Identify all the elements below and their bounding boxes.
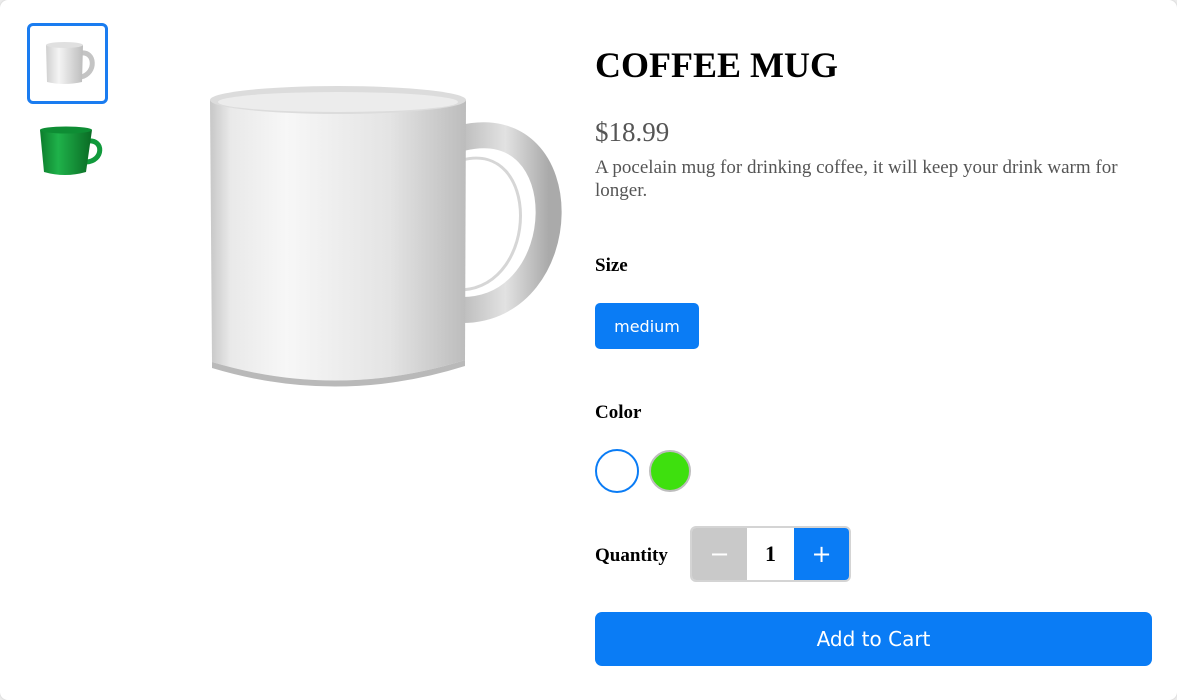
quantity-input[interactable] xyxy=(747,528,794,580)
product-price: $18.99 xyxy=(595,117,670,147)
quantity-label: Quantity xyxy=(595,545,668,566)
product-title: COFFEE MUG xyxy=(595,45,838,85)
product-main-image xyxy=(200,80,570,400)
quantity-stepper: − + xyxy=(690,526,851,582)
thumbnail-list xyxy=(27,23,108,197)
size-option-medium[interactable]: medium xyxy=(595,303,699,349)
color-swatch-white[interactable] xyxy=(595,449,639,493)
quantity-decrement-button[interactable]: − xyxy=(692,528,747,580)
quantity-increment-button[interactable]: + xyxy=(794,528,849,580)
add-to-cart-button[interactable]: Add to Cart xyxy=(595,612,1152,666)
product-card: COFFEE MUG $18.99 A pocelain mug for dri… xyxy=(0,0,1177,700)
thumbnail-white-mug[interactable] xyxy=(27,23,108,104)
product-description: A pocelain mug for drinking coffee, it w… xyxy=(595,157,1118,201)
white-mug-image-icon xyxy=(210,86,562,387)
size-label: Size xyxy=(595,255,628,276)
green-mug-thumbnail-icon xyxy=(39,126,102,175)
color-label: Color xyxy=(595,402,642,423)
white-mug-thumbnail-icon xyxy=(45,41,95,84)
color-swatch-green[interactable] xyxy=(649,450,691,492)
thumbnail-green-mug[interactable] xyxy=(27,110,108,191)
